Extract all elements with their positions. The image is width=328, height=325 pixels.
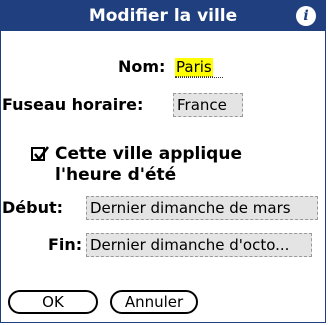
info-icon[interactable]: i	[296, 6, 316, 26]
timezone-value: France	[177, 96, 227, 114]
edit-city-dialog: Modifier la ville i Nom: Paris Fuseau ho…	[0, 0, 326, 323]
ok-button[interactable]: OK	[8, 290, 98, 314]
name-label: Nom:	[118, 57, 166, 76]
dialog-title: Modifier la ville	[88, 6, 238, 26]
name-input-value: Paris	[175, 58, 213, 77]
dst-label-line2: l'heure d'été	[55, 165, 177, 185]
end-selector[interactable]: Dernier dimanche d'octo...	[86, 233, 312, 257]
cancel-button[interactable]: Annuler	[110, 290, 198, 314]
start-label: Début:	[2, 198, 64, 217]
timezone-selector[interactable]: France	[173, 93, 243, 117]
dialog-titlebar: Modifier la ville i	[1, 1, 325, 31]
end-label: Fin:	[48, 235, 83, 254]
start-selector[interactable]: Dernier dimanche de mars	[86, 196, 318, 220]
dst-checkbox-label[interactable]: Cette ville applique l'heure d'été	[31, 144, 242, 186]
name-input[interactable]: Paris	[175, 58, 213, 77]
dst-label-line1: Cette ville applique	[55, 144, 242, 164]
timezone-label: Fuseau horaire:	[2, 95, 144, 114]
end-value: Dernier dimanche d'octo...	[90, 236, 290, 254]
start-value: Dernier dimanche de mars	[90, 199, 291, 217]
name-input-underline	[175, 77, 223, 78]
